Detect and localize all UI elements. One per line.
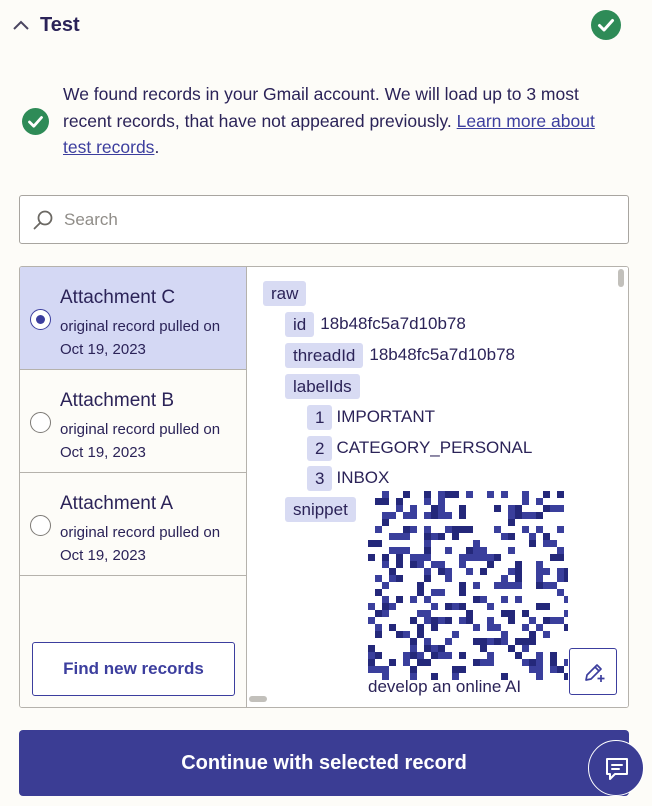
search-box [19,195,629,244]
record-subtitle: original record pulled on Oct 19, 2023 [60,524,221,564]
record-detail: raw id 18b48fc5a7d10b78 threadId 18b48fc… [248,267,628,707]
labelids-row: labelIds [285,373,360,399]
record-item-attachment-b[interactable]: Attachment B original record pulled on O… [20,370,246,473]
search-input[interactable] [64,206,614,234]
threadid-row: threadId 18b48fc5a7d10b78 [285,342,515,368]
field-key-raw: raw [263,280,307,306]
record-subtitle: original record pulled on Oct 19, 2023 [60,318,221,358]
record-item-attachment-a[interactable]: Attachment A original record pulled on O… [20,473,246,576]
label-value: CATEGORY_PERSONAL [336,438,533,457]
record-list: Attachment C original record pulled on O… [20,267,247,707]
chevron-up-icon[interactable] [12,17,30,35]
record-name: Attachment B [60,390,175,411]
continue-with-selected-record-button[interactable]: Continue with selected record [19,730,629,796]
id-row: id 18b48fc5a7d10b78 [285,311,466,337]
records-panel: Attachment C original record pulled on O… [19,266,629,708]
record-radio[interactable] [30,412,51,433]
record-item-attachment-c[interactable]: Attachment C original record pulled on O… [20,267,246,370]
found-records-message: We found records in your Gmail account. … [63,81,623,161]
label-value: IMPORTANT [336,407,436,426]
snippet-row: snippet [285,496,356,522]
field-key-id: id [285,311,315,337]
redacted-pattern [368,491,568,680]
label-index: 1 [307,404,333,430]
label-row-2: 2 CATEGORY_PERSONAL [307,435,532,461]
vertical-scrollbar[interactable] [618,269,624,287]
section-title: Test [40,14,80,36]
field-key-snippet: snippet [285,496,356,522]
label-row-1: 1 IMPORTANT [307,404,435,430]
section-header[interactable]: Test [0,0,652,54]
message-period: . [154,137,160,157]
label-index: 3 [307,465,333,491]
edit-field-button[interactable] [569,648,617,695]
edit-plus-icon [585,664,605,682]
success-check-icon [22,108,49,135]
label-value: INBOX [336,468,390,487]
check-circle-icon [591,10,621,40]
label-row-3: 3 INBOX [307,465,389,491]
record-radio[interactable] [30,515,51,536]
horizontal-scrollbar[interactable] [249,696,267,702]
label-index: 2 [307,435,333,461]
search-icon [33,210,53,230]
record-radio-selected[interactable] [30,309,51,330]
find-new-records-button[interactable]: Find new records [32,642,235,696]
field-value-id: 18b48fc5a7d10b78 [320,314,466,333]
raw-row: raw [263,280,307,306]
chat-icon [606,758,628,780]
chat-button[interactable] [588,740,644,796]
field-key-threadid: threadId [285,342,364,368]
record-name: Attachment C [60,287,176,308]
record-subtitle: original record pulled on Oct 19, 2023 [60,421,221,461]
record-name: Attachment A [60,493,174,514]
snippet-fragment: develop an online AI [368,677,522,696]
snippet-value: ng ael ur develop an online AI [368,491,568,701]
field-key-labelids: labelIds [285,373,360,399]
field-value-threadid: 18b48fc5a7d10b78 [369,345,515,364]
